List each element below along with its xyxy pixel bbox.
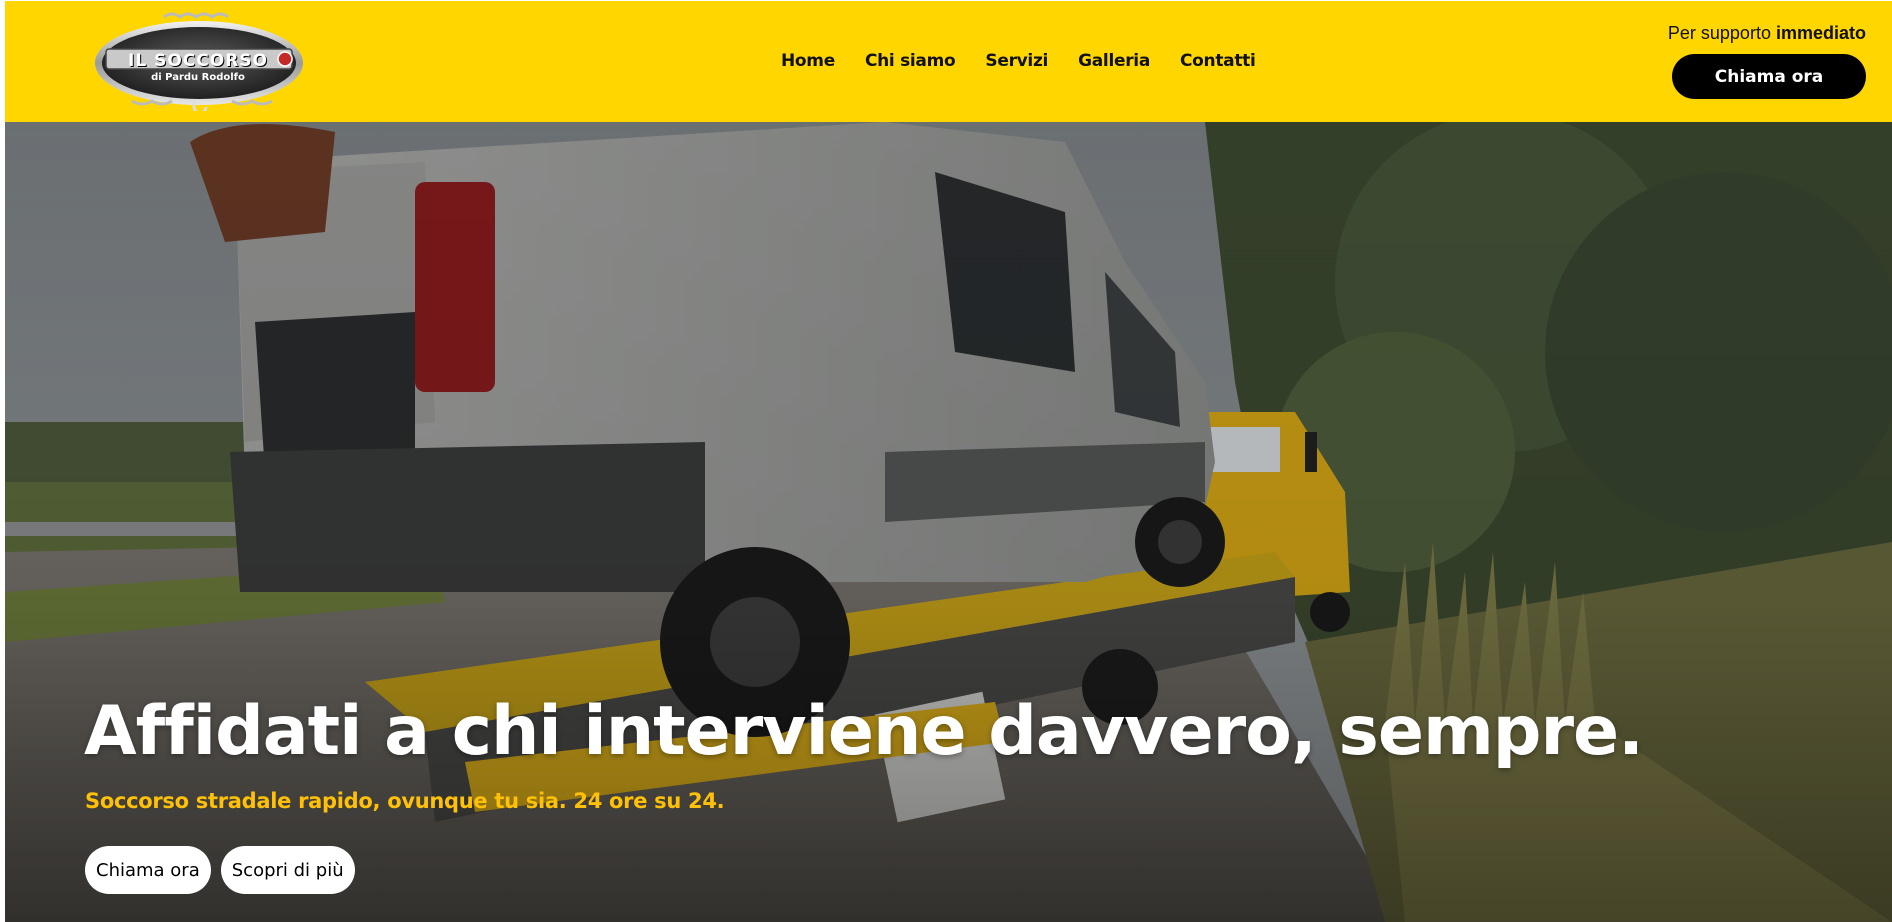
hero-subtitle: Soccorso stradale rapido, ovunque tu sia… [85,789,725,813]
site-header: IL SOCCORSO di Pardu Rodolfo Home Chi si… [5,1,1892,122]
page-frame: IL SOCCORSO di Pardu Rodolfo Home Chi si… [5,1,1892,922]
logo[interactable]: IL SOCCORSO di Pardu Rodolfo [92,11,306,111]
hero-call-button[interactable]: Chiama ora [85,846,211,894]
hero-learn-more-button[interactable]: Scopri di più [220,846,355,894]
nav-item-galleria[interactable]: Galleria [1078,51,1150,75]
hero-section: Affidati a chi interviene davvero, sempr… [5,122,1892,922]
nav-item-chi-siamo[interactable]: Chi siamo [865,51,956,75]
logo-subtitle: di Pardu Rodolfo [151,72,245,83]
nav-item-contatti[interactable]: Contatti [1180,51,1256,75]
support-prefix: Per supporto [1667,23,1771,43]
nav-item-servizi[interactable]: Servizi [985,51,1048,75]
main-nav: Home Chi siamo Servizi Galleria Contatti [781,51,1256,75]
header-call-button[interactable]: Chiama ora [1672,54,1866,99]
nav-item-home[interactable]: Home [781,51,835,75]
support-emphasis: immediato [1775,23,1866,43]
hero-title: Affidati a chi interviene davvero, sempr… [84,692,1644,771]
logo-title: IL SOCCORSO [128,51,268,71]
hero-actions: Chiama ora Scopri di più [85,846,355,894]
support-text: Per supporto immediato [1668,23,1866,44]
